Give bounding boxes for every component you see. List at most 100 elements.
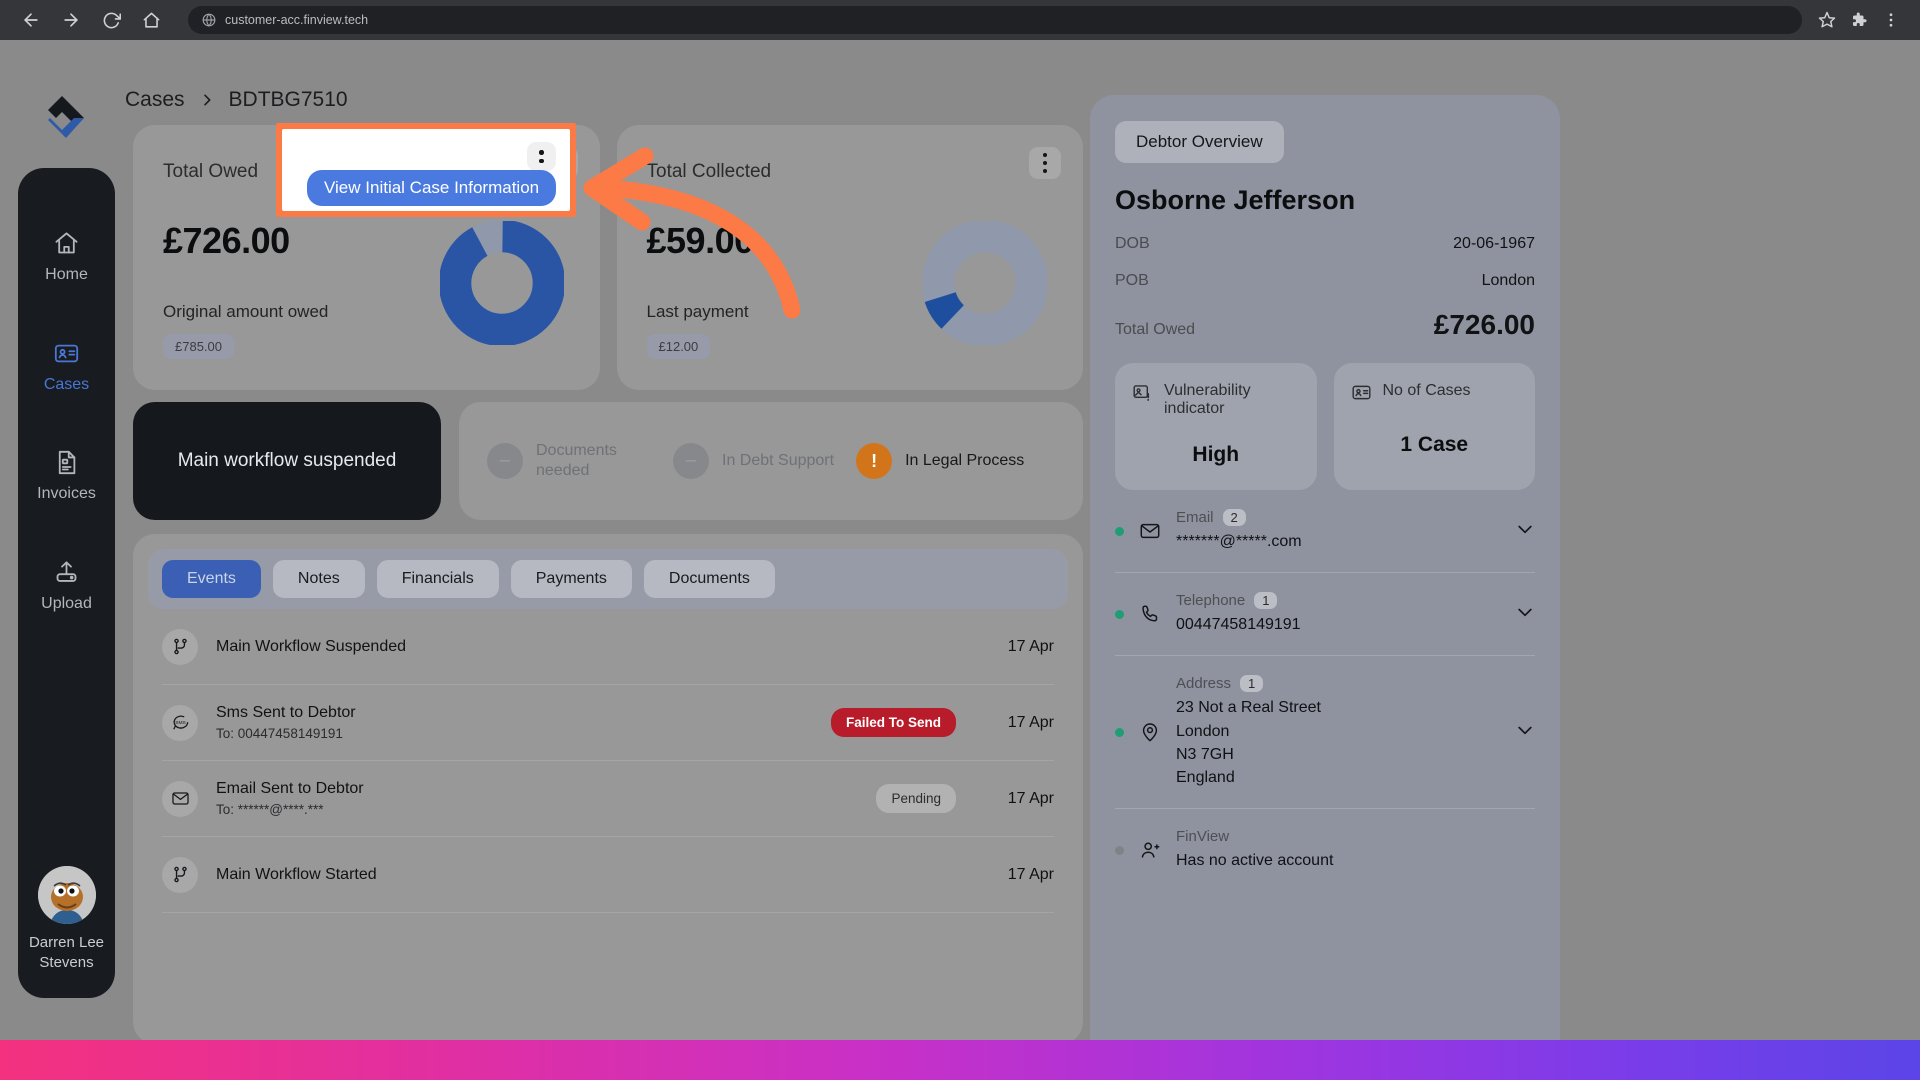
event-text: Main Workflow Suspended — [216, 638, 974, 656]
tab-notes[interactable]: Notes — [273, 560, 365, 598]
chevron-down-icon[interactable] — [1515, 519, 1535, 544]
contact-label: FinView — [1176, 828, 1229, 845]
event-date: 17 Apr — [992, 866, 1054, 884]
table-row[interactable]: SMS Sms Sent to Debtor To: 0044745814919… — [162, 685, 1054, 761]
table-row[interactable]: Email Sent to Debtor To: ******@****.***… — [162, 761, 1054, 837]
annotation-arrow — [570, 140, 800, 320]
event-date: 17 Apr — [992, 638, 1054, 656]
workflow-branch-icon — [162, 629, 198, 665]
callout-content: View Initial Case Information — [282, 129, 570, 211]
debtor-total-owed-row: Total Owed £726.00 — [1115, 309, 1535, 341]
sidebar-item-label: Upload — [41, 595, 92, 613]
browser-toolbar: customer-acc.finview.tech — [0, 0, 1920, 40]
event-date: 17 Apr — [992, 790, 1054, 808]
debtor-overview-title: Debtor Overview — [1115, 121, 1284, 163]
back-arrow-icon[interactable] — [14, 3, 48, 37]
avatar[interactable] — [38, 866, 96, 924]
card-menu-kebab[interactable] — [1029, 147, 1061, 179]
info-card-head: No of Cases — [1351, 382, 1519, 408]
extensions-icon[interactable] — [1850, 11, 1868, 29]
no-of-cases-card: No of Cases 1 Case — [1334, 363, 1536, 490]
step-label: Documents needed — [536, 441, 651, 481]
event-text: Email Sent to Debtor To: ******@****.*** — [216, 780, 858, 817]
url-text: customer-acc.finview.tech — [225, 13, 368, 27]
event-text: Main Workflow Started — [216, 866, 974, 884]
detail-key: DOB — [1115, 235, 1150, 253]
contact-body: Email 2 *******@*****.com — [1176, 509, 1500, 553]
tab-financials[interactable]: Financials — [377, 560, 499, 598]
info-card-value: High — [1132, 443, 1300, 467]
vulnerability-icon — [1132, 382, 1153, 408]
contact-head: Telephone 1 — [1176, 592, 1500, 609]
user-profile[interactable]: Darren Lee Stevens — [18, 866, 115, 972]
debtor-pob-row: POB London — [1115, 272, 1535, 290]
contact-email-row[interactable]: Email 2 *******@*****.com — [1115, 490, 1535, 573]
workflow-suspended-label: Main workflow suspended — [178, 450, 397, 472]
reload-icon[interactable] — [94, 3, 128, 37]
table-row[interactable]: Main Workflow Suspended 17 Apr — [162, 609, 1054, 685]
address-bar[interactable]: customer-acc.finview.tech — [188, 6, 1802, 34]
card-menu-kebab[interactable] — [527, 142, 556, 171]
sidebar-item-label: Home — [45, 266, 88, 284]
workflow-suspended-banner: Main workflow suspended — [133, 402, 441, 520]
workflow-step-documents-needed[interactable]: – Documents needed — [487, 441, 651, 481]
contact-telephone-row[interactable]: Telephone 1 00447458149191 — [1115, 573, 1535, 656]
tab-payments[interactable]: Payments — [511, 560, 632, 598]
breadcrumb-root[interactable]: Cases — [125, 88, 185, 112]
info-card-label: No of Cases — [1383, 382, 1471, 400]
step-status-icon: ! — [856, 443, 892, 479]
sms-icon: SMS — [162, 705, 198, 741]
contact-head: FinView — [1176, 828, 1535, 845]
chrome-menu-icon[interactable] — [1882, 11, 1900, 29]
step-label: In Debt Support — [722, 451, 834, 471]
workflow-step-in-legal-process[interactable]: ! In Legal Process — [856, 443, 1024, 479]
breadcrumb-current: BDTBG7510 — [229, 88, 348, 112]
status-dot — [1115, 846, 1124, 855]
browser-actions — [1818, 11, 1906, 29]
contact-finview-row[interactable]: FinView Has no active account — [1115, 809, 1535, 891]
email-icon — [162, 781, 198, 817]
sidebar-item-invoices[interactable]: Invoices — [18, 431, 115, 513]
view-initial-case-information-button[interactable]: View Initial Case Information — [307, 170, 556, 206]
contact-count-badge: 1 — [1240, 675, 1263, 692]
chevron-down-icon[interactable] — [1515, 602, 1535, 627]
star-icon[interactable] — [1818, 11, 1836, 29]
sidebar-item-home[interactable]: Home — [18, 212, 115, 294]
finview-logo[interactable] — [32, 88, 100, 150]
home-icon[interactable] — [134, 3, 168, 37]
id-card-icon — [53, 340, 80, 367]
info-card-head: Vulnerability indicator — [1132, 382, 1300, 418]
upload-icon — [53, 559, 80, 586]
table-row[interactable]: Main Workflow Started 17 Apr — [162, 837, 1054, 913]
svg-text:SMS: SMS — [175, 720, 186, 726]
step-status-icon: – — [673, 443, 709, 479]
tab-events[interactable]: Events — [162, 560, 261, 598]
globe-icon — [202, 13, 216, 27]
main-navigation: Home Cases Invoices Upload — [18, 168, 115, 998]
event-title: Sms Sent to Debtor — [216, 704, 813, 722]
workflow-step-in-debt-support[interactable]: – In Debt Support — [673, 443, 834, 479]
tab-documents[interactable]: Documents — [644, 560, 775, 598]
phone-icon — [1139, 603, 1161, 625]
total-owed-donut-chart — [440, 221, 564, 345]
event-subtitle: To: ******@****.*** — [216, 802, 858, 817]
debtor-name: Osborne Jefferson — [1115, 185, 1535, 216]
contact-head: Email 2 — [1176, 509, 1500, 526]
forward-arrow-icon[interactable] — [54, 3, 88, 37]
info-card-label: Vulnerability indicator — [1164, 382, 1300, 418]
contact-head: Address 1 — [1176, 675, 1500, 692]
tab-bar: Events Notes Financials Payments Documen… — [148, 549, 1068, 609]
sidebar-item-label: Cases — [44, 376, 89, 394]
event-subtitle: To: 00447458149191 — [216, 726, 813, 741]
sidebar-item-cases[interactable]: Cases — [18, 322, 115, 404]
user-account-icon — [1139, 839, 1161, 861]
contact-address-row[interactable]: Address 1 23 Not a Real Street London N3… — [1115, 656, 1535, 809]
card-chip: £12.00 — [647, 334, 711, 359]
sidebar-item-upload[interactable]: Upload — [18, 541, 115, 623]
chevron-right-icon — [199, 92, 215, 108]
event-title: Email Sent to Debtor — [216, 780, 858, 798]
workflow-branch-icon — [162, 857, 198, 893]
chevron-down-icon[interactable] — [1515, 720, 1535, 745]
event-title: Main Workflow Suspended — [216, 638, 974, 656]
vulnerability-indicator-card: Vulnerability indicator High — [1115, 363, 1317, 490]
